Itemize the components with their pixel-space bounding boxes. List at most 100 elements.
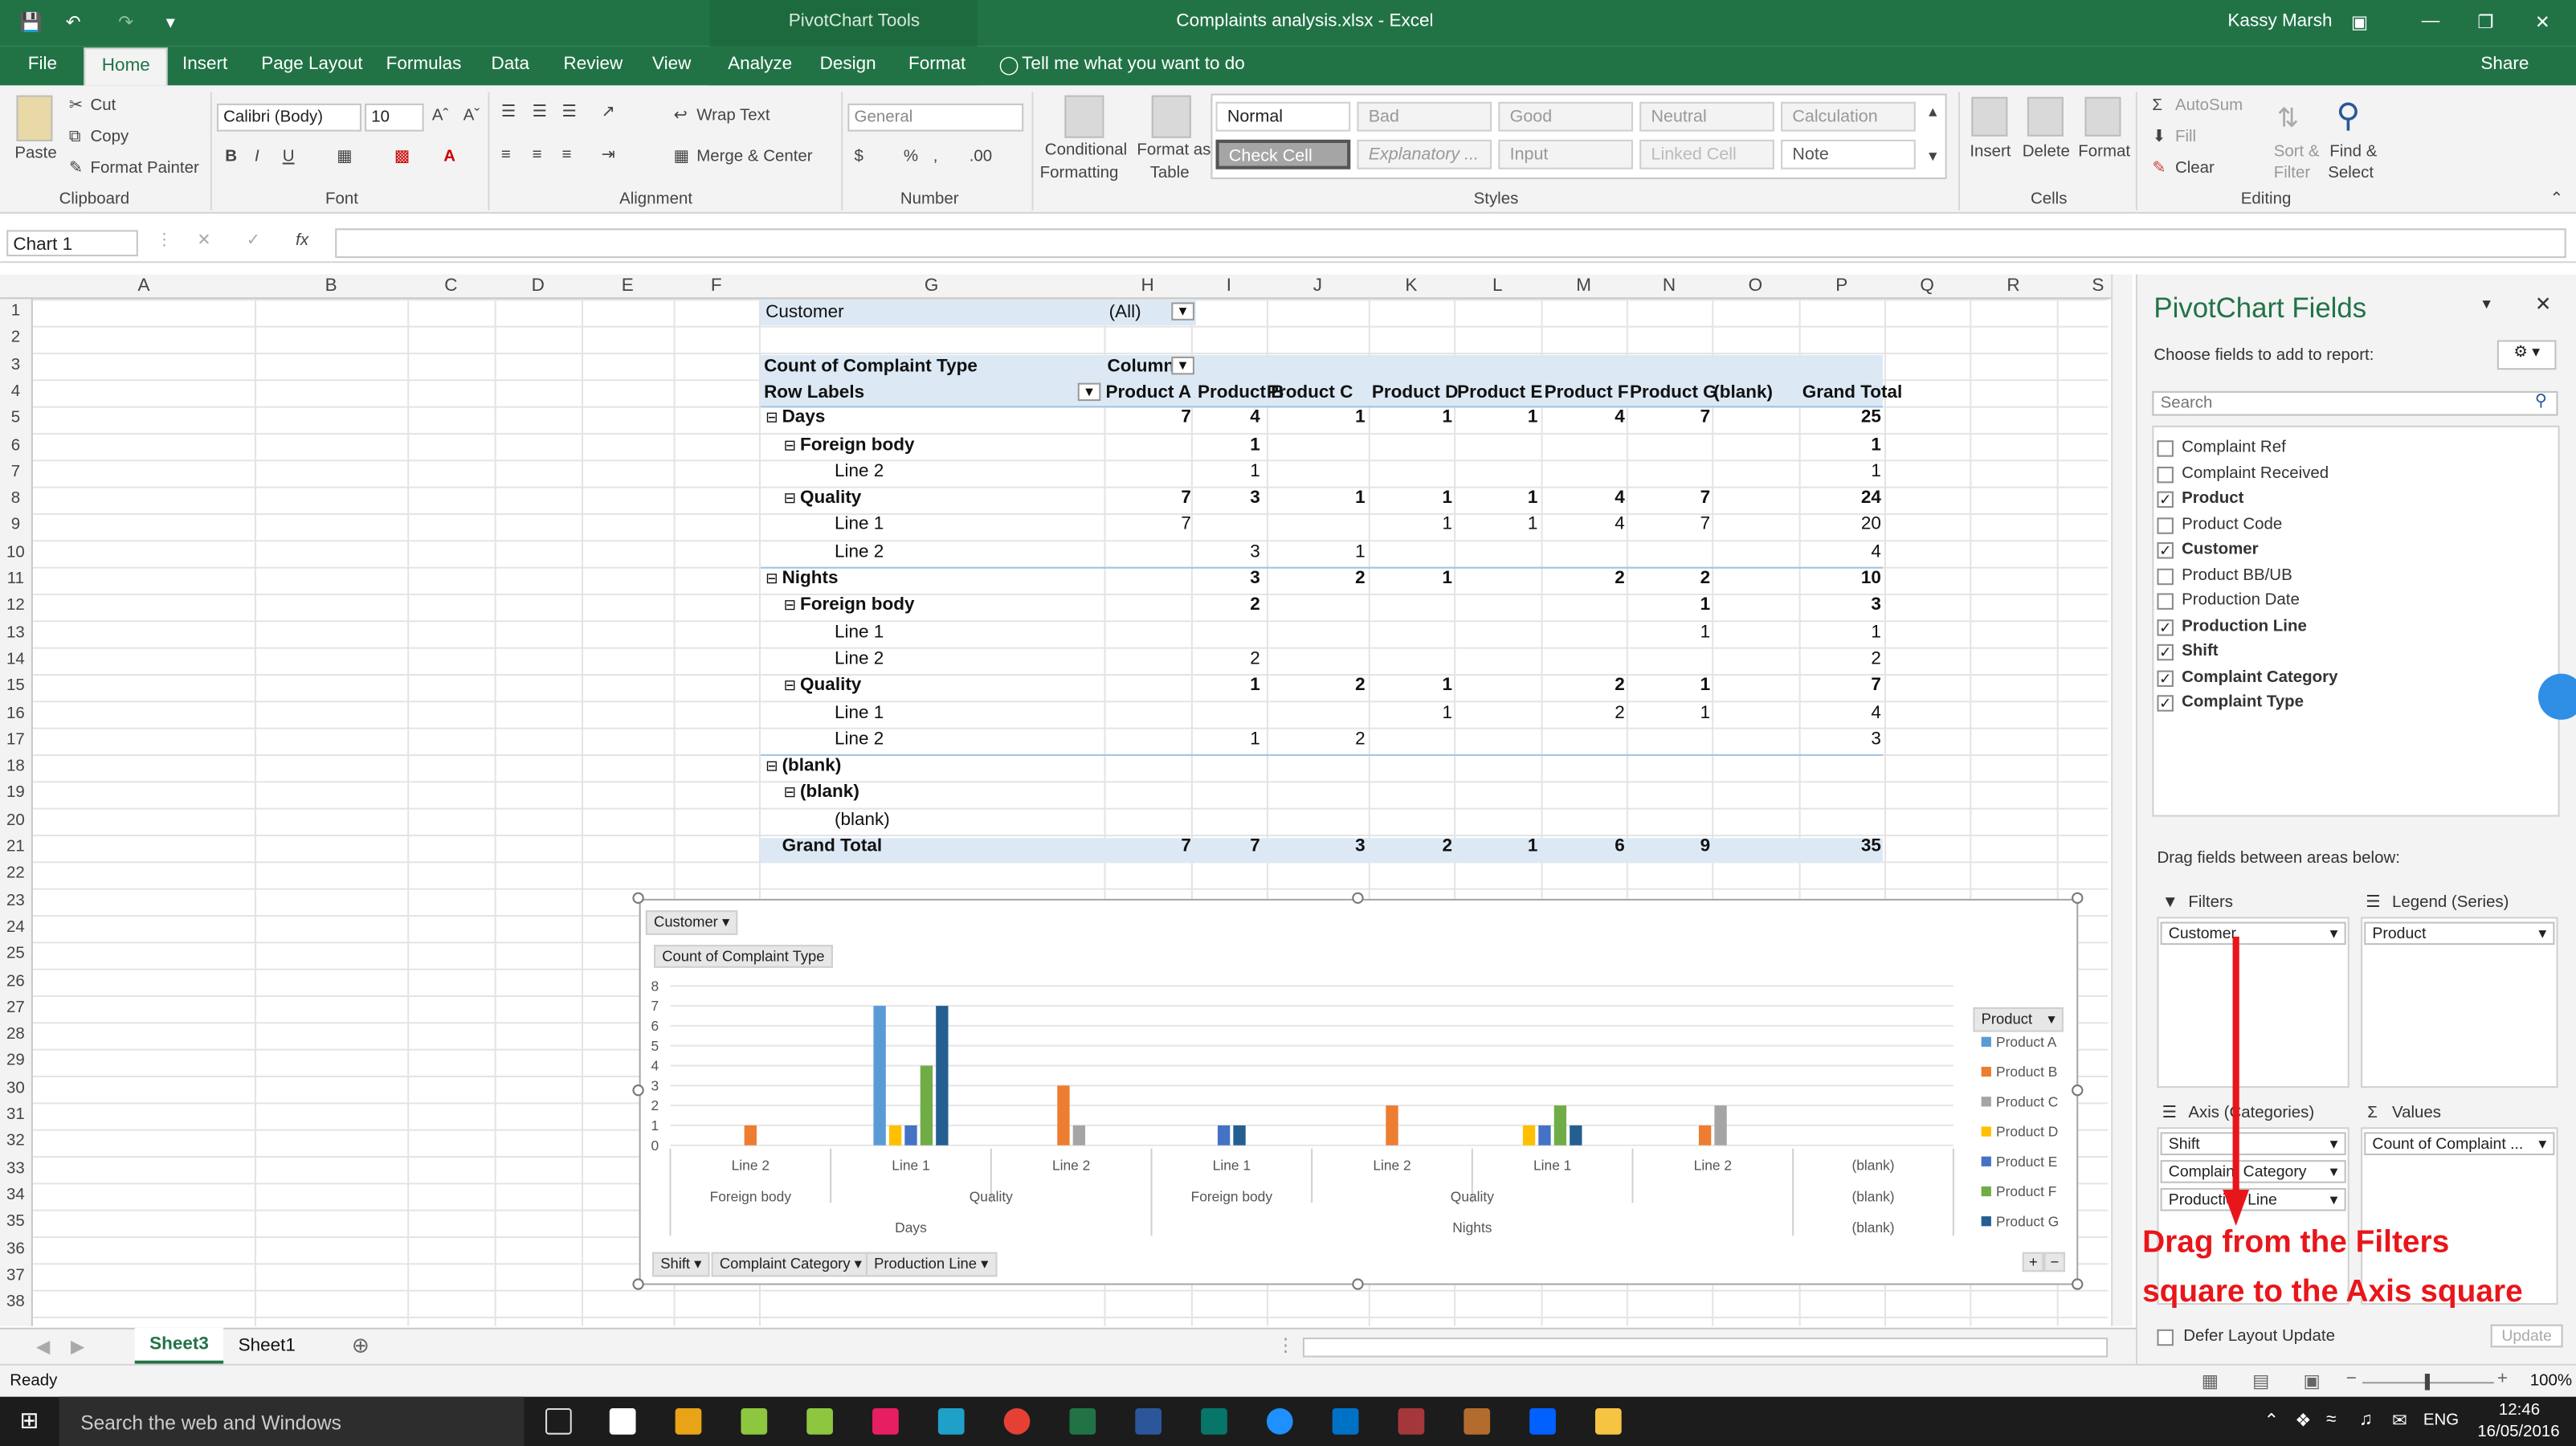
tell-me-box[interactable]: Tell me what you want to do [1022, 55, 1245, 75]
clock-time[interactable]: 12:46 [2499, 1402, 2540, 1420]
column-header[interactable]: A [33, 276, 255, 296]
bar-product-f[interactable] [920, 1065, 933, 1146]
name-box[interactable]: Chart 1 [6, 230, 138, 257]
column-header[interactable]: O [1712, 276, 1798, 296]
row-header[interactable]: 38 [0, 1293, 31, 1312]
pivot-cell[interactable]: 3 [1250, 541, 1260, 562]
column-header[interactable]: L [1454, 276, 1541, 296]
insert-cells-icon[interactable] [1971, 96, 2008, 137]
tab-file[interactable]: File [28, 55, 57, 75]
bar-product-b[interactable] [744, 1125, 757, 1146]
pane-options-icon[interactable]: ▾ [2482, 296, 2490, 314]
field-label[interactable]: Production Line [2182, 617, 2307, 635]
row-header[interactable]: 27 [0, 999, 31, 1017]
field-checkbox[interactable]: ✓ [2157, 695, 2174, 712]
currency-icon[interactable]: $ [855, 148, 863, 166]
pivot-cell[interactable]: 1 [1871, 622, 1881, 642]
pivot-cell[interactable]: 4 [1871, 541, 1881, 562]
row-header[interactable]: 26 [0, 972, 31, 991]
row-header[interactable]: 37 [0, 1267, 31, 1285]
wrap-text-button[interactable]: Wrap Text [696, 107, 770, 125]
pivot-cell[interactable]: 2 [1355, 569, 1366, 589]
store-icon[interactable] [609, 1407, 636, 1435]
font-size-select[interactable]: 10 [365, 103, 424, 132]
pivot-filter-value[interactable]: (All) [1109, 302, 1141, 322]
share-button[interactable]: Share [2480, 55, 2529, 75]
collapse-icon[interactable]: ⊟ [765, 758, 778, 776]
sheet-tab-sheet1[interactable]: Sheet1 [239, 1336, 296, 1356]
align-left-icon[interactable]: ≡ [501, 146, 511, 165]
row-header[interactable]: 36 [0, 1240, 31, 1258]
page-break-view-icon[interactable]: ▣ [2304, 1370, 2321, 1392]
row-header[interactable]: 1 [0, 302, 31, 321]
align-top-icon[interactable]: ☰ [501, 104, 516, 122]
edge-icon[interactable] [1266, 1407, 1293, 1435]
cut-icon[interactable]: ✂ [69, 97, 83, 116]
row-header[interactable]: 28 [0, 1026, 31, 1044]
column-header[interactable]: R [1970, 276, 2056, 296]
italic-icon[interactable]: I [255, 148, 259, 166]
dropbox-tray-icon[interactable]: ❖ [2295, 1410, 2311, 1432]
column-header[interactable]: K [1369, 276, 1454, 296]
delete-cells-icon[interactable] [2027, 96, 2064, 137]
format-painter-icon[interactable]: ✎ [69, 159, 83, 178]
gallery-scroll-up-icon[interactable]: ▴ [1929, 104, 1937, 122]
conditional-formatting-icon[interactable] [1064, 95, 1104, 138]
legend-area-item[interactable]: Product ▾ [2364, 921, 2555, 946]
volume-icon[interactable]: ♫ [2359, 1410, 2373, 1430]
values-area-item[interactable]: Count of Complaint ... ▾ [2364, 1132, 2555, 1155]
style-linked-cell[interactable]: Linked Cell [1639, 139, 1774, 170]
row-header[interactable]: 15 [0, 677, 31, 696]
paste-button[interactable]: Paste [14, 145, 56, 163]
pivot-cell[interactable]: 7 [1871, 676, 1881, 696]
column-header[interactable]: M [1541, 276, 1626, 296]
field-checkbox[interactable]: ✓ [2157, 619, 2174, 635]
tab-insert[interactable]: Insert [182, 55, 227, 75]
font-color-icon[interactable]: A [443, 148, 455, 166]
pivot-cell[interactable]: 1 [1250, 435, 1260, 455]
collapse-icon[interactable]: ⊟ [784, 785, 796, 803]
fill-icon[interactable]: ⬇ [2152, 129, 2166, 147]
normal-view-icon[interactable]: ▦ [2202, 1370, 2219, 1392]
row-header[interactable]: 8 [0, 490, 31, 509]
camtasia-recorder-icon[interactable] [806, 1407, 833, 1435]
sheet-tab-sheet3[interactable]: Sheet3 [134, 1327, 224, 1364]
column-header[interactable]: I [1191, 276, 1267, 296]
field-checkbox[interactable]: ✓ [2157, 542, 2174, 559]
bar-product-e[interactable] [1217, 1125, 1231, 1146]
style-input[interactable]: Input [1498, 139, 1634, 170]
pivot-cell[interactable]: 4 [1615, 408, 1625, 428]
column-header[interactable]: F [674, 276, 759, 296]
indesign-icon[interactable] [872, 1407, 899, 1435]
horizontal-scrollbar[interactable] [1302, 1338, 2109, 1358]
row-header[interactable]: 21 [0, 838, 31, 856]
bar-product-f[interactable] [1553, 1105, 1567, 1146]
field-label[interactable]: Product BB/UB [2182, 566, 2292, 585]
pivot-cell[interactable]: 7 [1700, 408, 1711, 428]
bar-product-c[interactable] [1072, 1125, 1086, 1146]
pivot-cell[interactable]: 1 [1443, 408, 1453, 428]
pivot-cell[interactable]: 1 [1250, 461, 1260, 481]
column-header[interactable]: J [1267, 276, 1369, 296]
insert-function-icon[interactable]: fx [296, 231, 308, 250]
copy-button[interactable]: Copy [90, 129, 129, 147]
pivot-cell[interactable]: 4 [1615, 515, 1625, 535]
row-header[interactable]: 22 [0, 865, 31, 884]
legend-entry[interactable]: Product E [1996, 1154, 2057, 1170]
bold-icon[interactable]: B [225, 148, 237, 166]
pivot-filter-dropdown-icon[interactable]: ▼ [1171, 302, 1194, 321]
column-header[interactable]: Q [1884, 276, 1970, 296]
row-header[interactable]: 10 [0, 543, 31, 562]
field-label[interactable]: Complaint Category [2182, 668, 2337, 686]
increase-decimal-icon[interactable]: .00 [970, 148, 992, 166]
column-header[interactable]: G [759, 276, 1104, 296]
field-checkbox[interactable] [2157, 567, 2174, 585]
format-cells-button[interactable]: Format [2078, 143, 2130, 161]
row-header[interactable]: 32 [0, 1133, 31, 1151]
collapse-icon[interactable]: ⊟ [765, 570, 778, 589]
defer-checkbox[interactable] [2157, 1329, 2174, 1346]
conditional-formatting-button[interactable]: Conditional [1045, 141, 1127, 160]
find-select-button-line2[interactable]: Select [2328, 165, 2374, 183]
field-label[interactable]: Customer [2182, 541, 2258, 559]
underline-icon[interactable]: U [283, 148, 295, 166]
